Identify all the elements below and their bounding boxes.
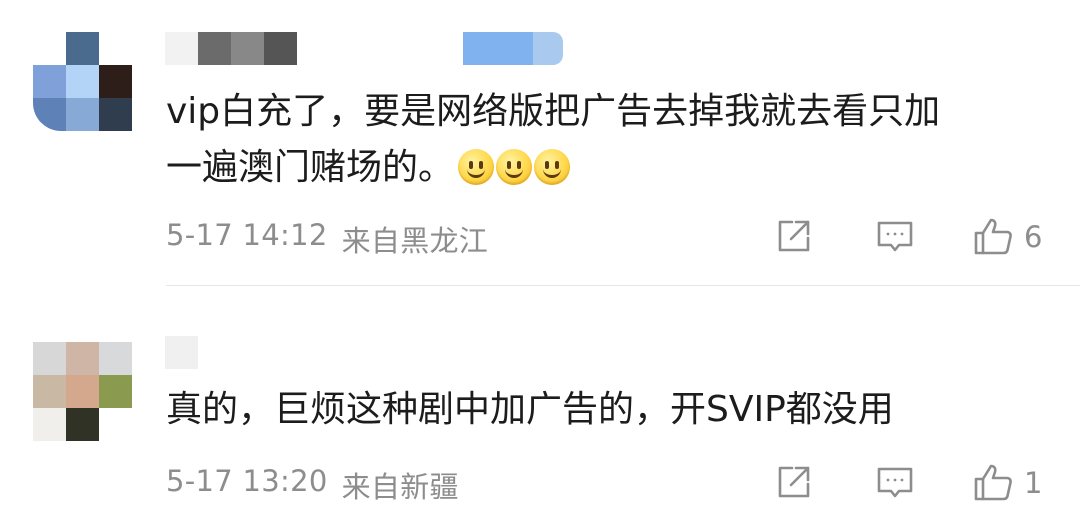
- comment-actions: 6: [0, 212, 1080, 262]
- comment-icon: [877, 467, 913, 498]
- avatar[interactable]: [33, 32, 132, 131]
- avatar-pixel: [99, 65, 132, 98]
- username-pixel: [330, 32, 363, 65]
- avatar-pixel: [99, 408, 132, 441]
- avatar-pixel: [33, 98, 66, 131]
- like-count: 1: [1024, 466, 1043, 500]
- avatar-pixel: [33, 342, 66, 375]
- smile-emoji-icon: [534, 149, 571, 185]
- share-button[interactable]: [774, 462, 814, 502]
- username[interactable]: [165, 32, 563, 65]
- avatar-pixel: [66, 65, 99, 98]
- username[interactable]: [165, 336, 198, 369]
- username-pixel: [297, 32, 330, 65]
- share-icon: [778, 220, 810, 252]
- avatar[interactable]: [33, 342, 132, 441]
- username-pixel: [198, 32, 231, 65]
- avatar-pixel: [33, 375, 66, 408]
- thumbs-up-icon: [974, 218, 1012, 255]
- like-button[interactable]: 1: [972, 462, 1042, 504]
- avatar-pixel: [99, 98, 132, 131]
- avatar-pixel: [66, 342, 99, 375]
- avatar-pixel: [33, 65, 66, 98]
- share-icon: [778, 466, 810, 498]
- avatar-pixel: [66, 98, 99, 131]
- avatar-pixel: [99, 32, 132, 65]
- smile-emoji-icon: [458, 149, 495, 185]
- avatar-pixel: [99, 342, 132, 375]
- emoji-group: [458, 149, 571, 185]
- username-pixel: [264, 32, 297, 65]
- comment-icon: [877, 221, 913, 252]
- vip-badge: [463, 32, 563, 65]
- like-button[interactable]: 6: [972, 216, 1042, 258]
- username-pixel: [165, 32, 198, 65]
- avatar-pixel: [66, 375, 99, 408]
- username-blurred: [165, 336, 198, 369]
- avatar-pixel: [66, 408, 99, 441]
- comment-text-container: vip白充了，要是网络版把广告去掉我就去看只加 一遍澳门赌场的。: [166, 84, 1046, 196]
- thumbs-up-icon: [974, 464, 1012, 501]
- reply-button[interactable]: [875, 216, 915, 256]
- share-button[interactable]: [774, 216, 814, 256]
- comment-item: vip白充了，要是网络版把广告去掉我就去看只加 一遍澳门赌场的。 5-17 14…: [0, 0, 1080, 285]
- avatar-pixel: [99, 375, 132, 408]
- comment-item: 真的，巨烦这种剧中加广告的，开SVIP都没用 5-17 13:20 来自新疆 1: [0, 286, 1080, 523]
- comment-text: 真的，巨烦这种剧中加广告的，开SVIP都没用: [166, 389, 894, 430]
- reply-button[interactable]: [875, 462, 915, 502]
- username-pixel: [231, 32, 264, 65]
- avatar-pixel: [33, 32, 66, 65]
- username-blurred: [165, 32, 363, 65]
- comment-actions: 1: [0, 458, 1080, 508]
- smile-emoji-icon: [496, 149, 533, 185]
- avatar-pixel: [66, 32, 99, 65]
- avatar-pixel: [33, 408, 66, 441]
- comment-text-container: 真的，巨烦这种剧中加广告的，开SVIP都没用: [166, 382, 1046, 438]
- like-count: 6: [1024, 220, 1043, 254]
- username-pixel: [165, 336, 198, 369]
